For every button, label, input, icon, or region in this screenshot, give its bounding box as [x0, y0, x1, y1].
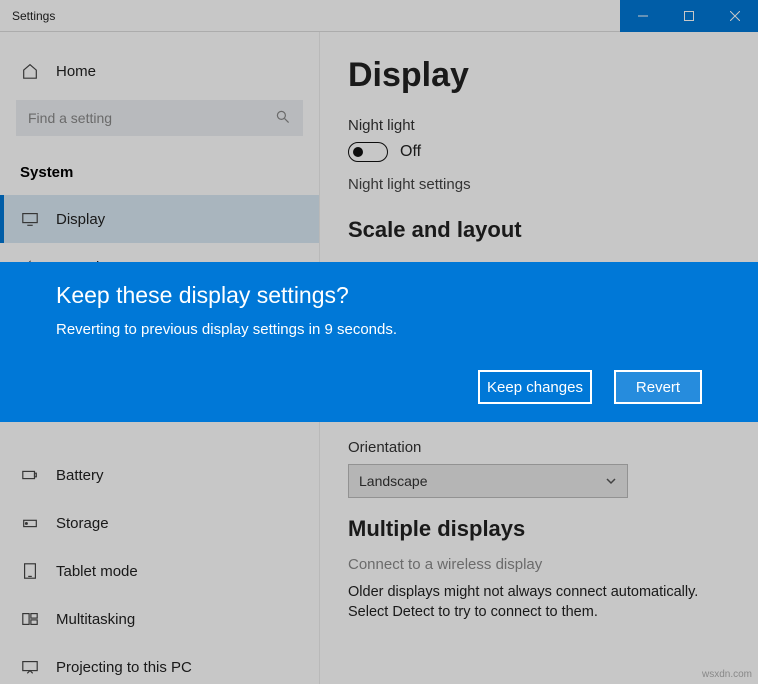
modal-buttons: Keep changes Revert	[478, 370, 702, 404]
keep-changes-button[interactable]: Keep changes	[478, 370, 592, 404]
modal-body-prefix: Reverting to previous display settings i…	[56, 321, 324, 338]
modal-dim	[0, 0, 758, 262]
revert-button[interactable]: Revert	[614, 370, 702, 404]
watermark: wsxdn.com	[702, 669, 752, 680]
confirm-display-modal: Keep these display settings? Reverting t…	[0, 262, 758, 422]
modal-title: Keep these display settings?	[56, 282, 702, 309]
modal-countdown: 9	[324, 321, 332, 338]
modal-body-suffix: seconds.	[337, 321, 397, 338]
modal-body: Reverting to previous display settings i…	[56, 321, 702, 338]
modal-dim	[0, 422, 758, 684]
